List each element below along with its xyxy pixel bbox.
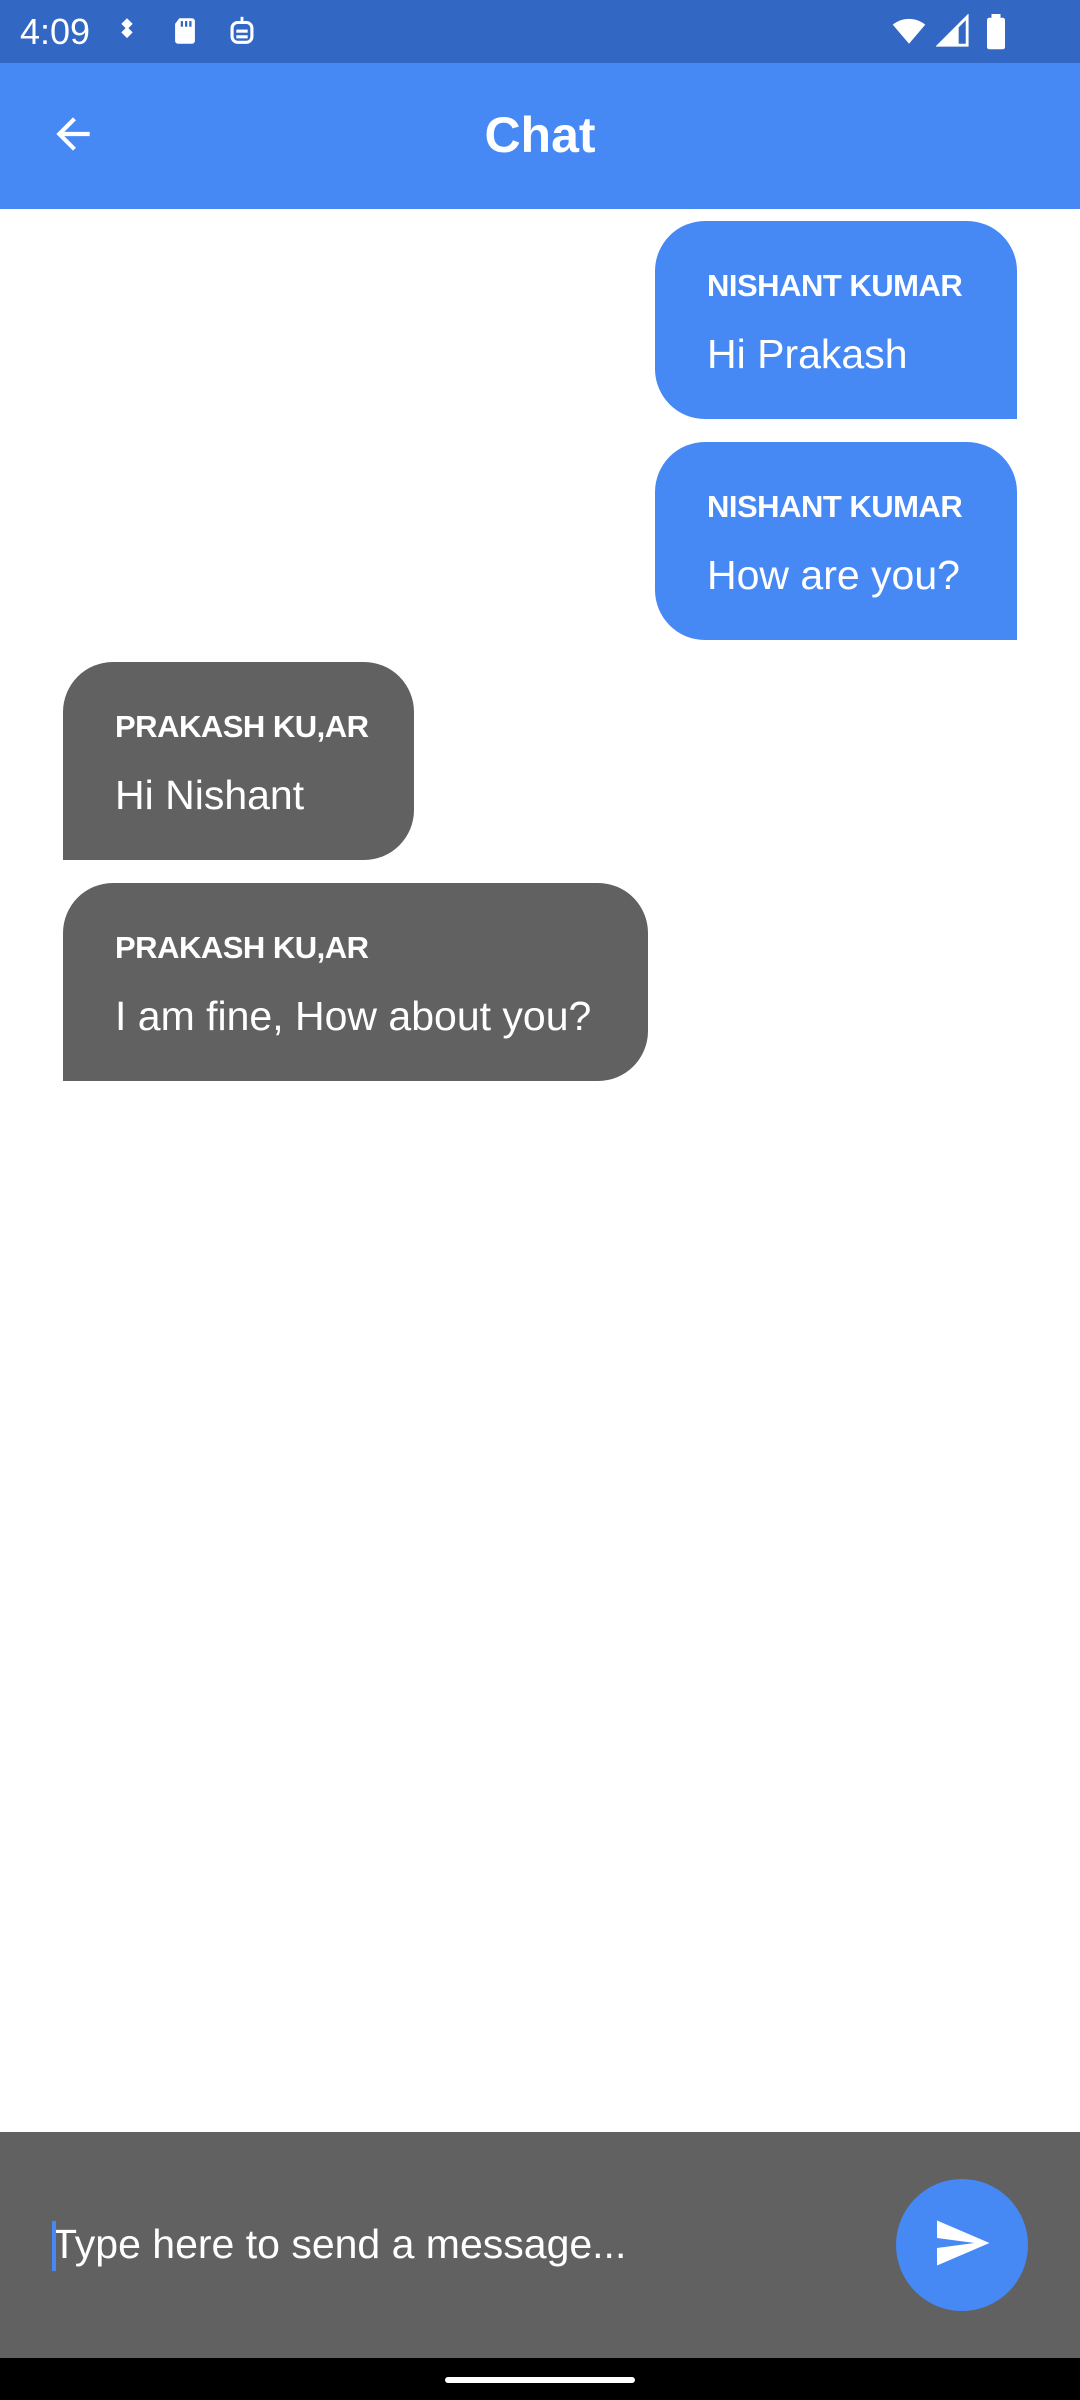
message-sender: NISHANT KUMAR xyxy=(707,268,963,303)
message-composer xyxy=(0,2132,1080,2358)
sd-card-icon xyxy=(168,14,202,48)
home-indicator[interactable] xyxy=(445,2377,635,2383)
status-time: 4:09 xyxy=(20,11,91,52)
message-text: Hi Prakash xyxy=(707,331,908,377)
message-sender: PRAKASH KU,AR xyxy=(115,930,369,965)
send-icon xyxy=(932,2213,992,2278)
status-bar: 4:09 xyxy=(0,0,1080,63)
send-button[interactable] xyxy=(896,2179,1028,2311)
robot-icon xyxy=(225,14,259,48)
transit-icon xyxy=(110,14,144,48)
page-title: Chat xyxy=(484,107,596,163)
chat-screen: 4:09 Chat NISHANT KUMAR Hi Prakash NISHA… xyxy=(0,0,1080,2400)
signal-icon xyxy=(935,13,970,48)
text-cursor xyxy=(52,2221,56,2271)
message-bubble-incoming[interactable]: PRAKASH KU,AR Hi Nishant xyxy=(63,662,414,860)
message-text: I am fine, How about you? xyxy=(115,993,592,1039)
message-input[interactable] xyxy=(52,2204,852,2284)
message-sender: NISHANT KUMAR xyxy=(707,489,963,524)
wifi-icon xyxy=(890,14,926,48)
system-nav-bar xyxy=(0,2358,1080,2400)
message-text: How are you? xyxy=(707,552,960,598)
message-bubble-outgoing[interactable]: NISHANT KUMAR Hi Prakash xyxy=(655,221,1017,419)
app-bar: Chat xyxy=(0,63,1080,209)
message-text: Hi Nishant xyxy=(115,772,305,818)
message-bubble-incoming[interactable]: PRAKASH KU,AR I am fine, How about you? xyxy=(63,883,648,1081)
message-bubble-outgoing[interactable]: NISHANT KUMAR How are you? xyxy=(655,442,1017,640)
battery-icon xyxy=(984,14,1018,50)
message-sender: PRAKASH KU,AR xyxy=(115,709,369,744)
